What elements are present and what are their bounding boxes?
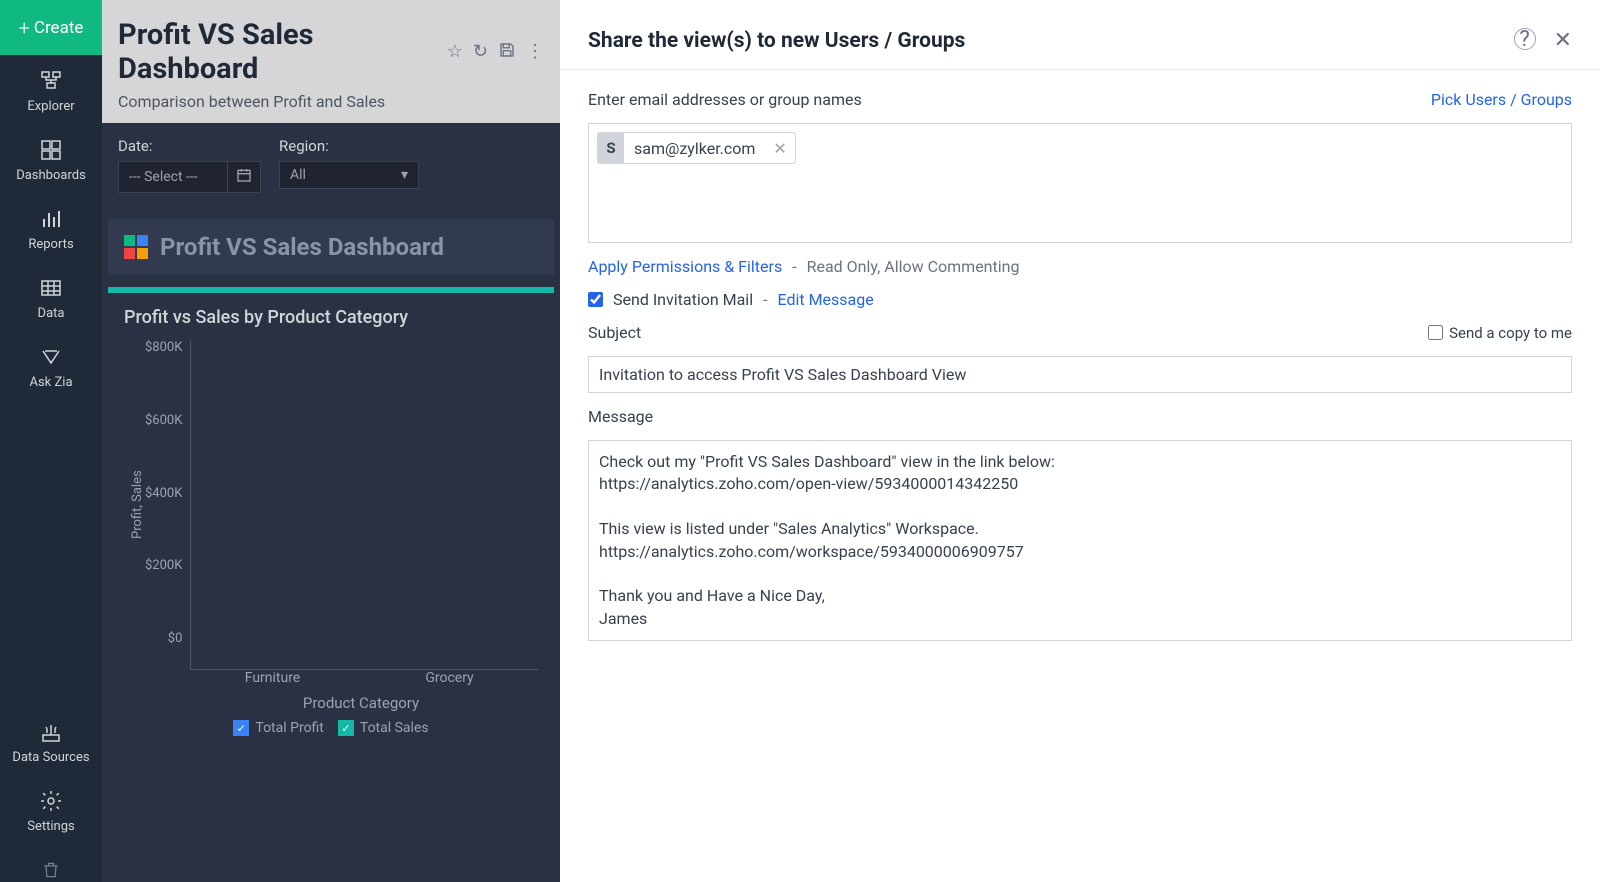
trash-icon [39,858,63,882]
sidebar: +Create Explorer Dashboards Reports Data… [0,0,102,882]
chip-avatar: S [598,133,624,163]
email-label: Enter email addresses or group names [588,90,862,109]
nav-label: Settings [27,819,74,834]
send-copy-checkbox[interactable] [1428,325,1443,340]
nav-dashboards[interactable]: Dashboards [0,124,102,193]
y-ticks: $800K $600K $400K $200K $0 [145,340,190,670]
email-input-box[interactable]: S sam@zylker.com ✕ [588,123,1572,243]
nav-data-sources[interactable]: Data Sources [0,707,102,775]
check-icon: ✓ [233,720,249,736]
reports-icon [39,207,63,231]
share-panel: Share the view(s) to new Users / Groups … [560,0,1600,882]
dashboard-title: Profit VS Sales Dashboard [160,233,444,261]
filters: Date: --- Select --- Region: All▾ [102,123,560,207]
chevron-down-icon: ▾ [401,167,408,183]
subject-label: Subject [588,323,641,342]
share-title: Share the view(s) to new Users / Groups [588,29,965,53]
x-ticks: Furniture Grocery [184,670,538,686]
nav-label: Data [38,306,65,321]
message-textarea[interactable]: Check out my "Profit VS Sales Dashboard"… [588,440,1572,641]
chip-email: sam@zylker.com [624,139,765,158]
nav-label: Explorer [27,99,74,114]
message-label: Message [588,407,1572,426]
nav-label: Ask Zia [29,375,72,390]
edit-message-link[interactable]: Edit Message [778,290,874,309]
help-icon[interactable]: ? [1514,28,1536,50]
page-title: Profit VS Sales Dashboard [118,18,437,86]
zia-icon [39,345,63,369]
region-select[interactable]: All▾ [279,161,419,189]
more-icon[interactable]: ⋮ [526,41,544,64]
permissions-link[interactable]: Apply Permissions & Filters [588,257,782,276]
subject-input[interactable] [588,356,1572,393]
legend: ✓Total Profit ✓Total Sales [124,720,538,736]
main-area: Profit VS Sales Dashboard ☆ ↻ ⋮ Comparis… [102,0,560,882]
nav-data[interactable]: Data [0,262,102,331]
plus-icon: + [19,16,30,40]
legend-sales[interactable]: ✓Total Sales [338,720,429,736]
star-icon[interactable]: ☆ [447,41,463,64]
nav-trash[interactable] [0,844,102,882]
refresh-icon[interactable]: ↻ [473,41,488,64]
permissions-status: Read Only, Allow Commenting [807,257,1020,276]
nav-reports[interactable]: Reports [0,193,102,262]
save-icon[interactable] [498,41,516,64]
copy-label: Send a copy to me [1449,324,1572,342]
chip-remove-icon[interactable]: ✕ [765,139,794,158]
nav-label: Dashboards [16,168,86,183]
calendar-icon[interactable] [228,161,261,193]
logo-icon [124,235,148,259]
data-sources-icon [39,721,63,745]
chart-title: Profit vs Sales by Product Category [124,307,538,328]
nav-settings[interactable]: Settings [0,775,102,844]
y-axis-label: Profit, Sales [124,340,145,670]
pick-users-link[interactable]: Pick Users / Groups [1431,90,1572,109]
nav-ask-zia[interactable]: Ask Zia [0,331,102,400]
nav-explorer[interactable]: Explorer [0,55,102,124]
dashboards-icon [39,138,63,162]
region-label: Region: [279,137,419,155]
create-button[interactable]: +Create [0,0,102,55]
check-icon: ✓ [338,720,354,736]
create-label: Create [34,18,84,38]
data-icon [39,276,63,300]
plot-area [190,340,538,670]
explorer-icon [39,69,63,93]
page-subtitle: Comparison between Profit and Sales [118,92,544,111]
close-icon[interactable]: ✕ [1554,28,1572,53]
email-chip: S sam@zylker.com ✕ [597,132,796,164]
date-select[interactable]: --- Select --- [118,161,228,193]
legend-profit[interactable]: ✓Total Profit [233,720,324,736]
invite-label: Send Invitation Mail [613,290,753,309]
date-label: Date: [118,137,261,155]
share-header: Share the view(s) to new Users / Groups … [560,0,1600,70]
x-axis-label: Product Category [184,694,538,712]
chart: Profit, Sales $800K $600K $400K $200K $0 [124,340,538,670]
send-invitation-checkbox[interactable] [588,292,603,307]
main-header: Profit VS Sales Dashboard ☆ ↻ ⋮ Comparis… [102,0,560,123]
nav-label: Reports [28,237,73,252]
dashboard-card: Profit VS Sales Dashboard Profit vs Sale… [108,219,554,746]
nav-label: Data Sources [12,751,89,765]
gear-icon [39,789,63,813]
